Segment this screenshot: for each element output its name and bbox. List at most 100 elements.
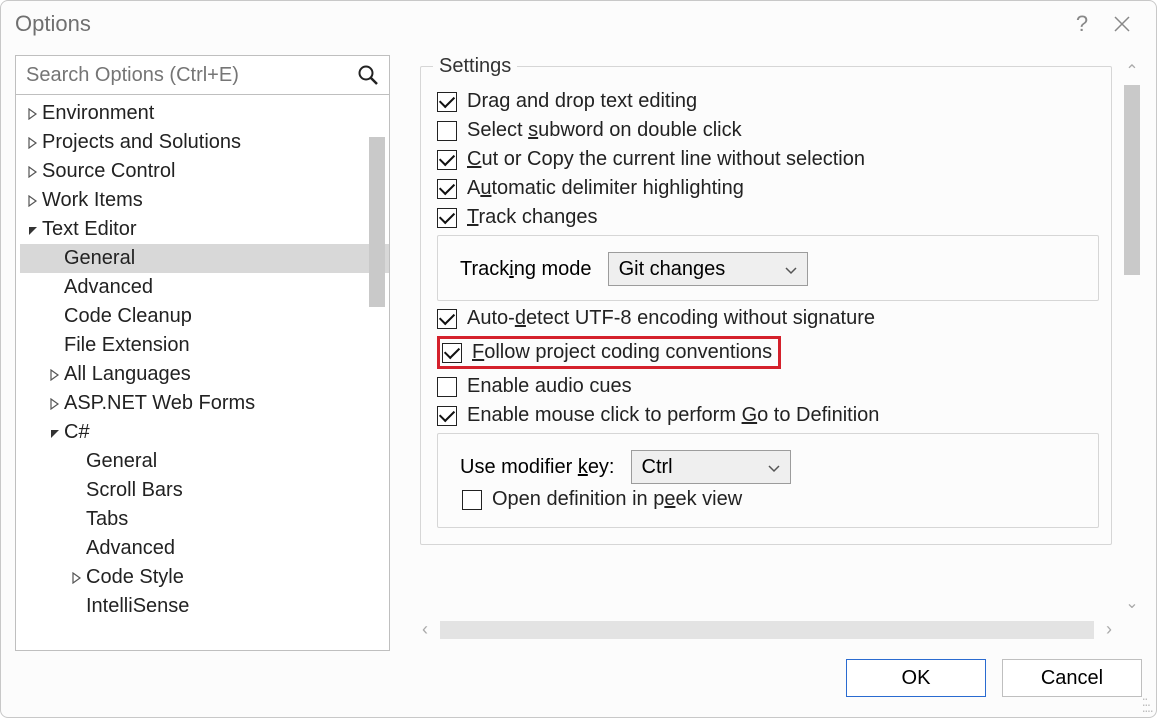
tree-item[interactable]: General [20, 447, 389, 476]
tree-collapsed-icon[interactable] [26, 108, 40, 120]
options-dialog: Options ? Environment Projects and Soluti… [0, 0, 1157, 718]
scroll-left-icon[interactable]: ‹ [414, 619, 436, 641]
tree-item[interactable]: All Languages [20, 360, 389, 389]
tree-item[interactable]: Source Control [20, 157, 389, 186]
opt-label: Enable mouse click to perform Go to Defi… [467, 404, 879, 427]
tree-item[interactable]: Environment [20, 99, 389, 128]
help-button[interactable]: ? [1062, 4, 1102, 44]
opt-label: Automatic delimiter highlighting [467, 177, 744, 200]
opt-label: Auto-detect UTF-8 encoding without signa… [467, 307, 875, 330]
tree-item-label: File Extension [64, 334, 190, 357]
tree-item-label: Text Editor [42, 218, 136, 241]
tree-item[interactable]: File Extension [20, 331, 389, 360]
tree-collapsed-icon[interactable] [48, 398, 62, 410]
tree-item-label: C# [64, 421, 90, 444]
tracking-mode-select[interactable]: Git changes [608, 252, 808, 286]
settings-scrollbar-vertical[interactable]: ⌃ ⌄ [1122, 61, 1142, 613]
tree-item-label: Advanced [64, 276, 153, 299]
modifier-key-label: Use modifier key: [460, 456, 615, 479]
tree-item[interactable]: Code Cleanup [20, 302, 389, 331]
tree-item[interactable]: Text Editor [20, 215, 389, 244]
category-tree[interactable]: Environment Projects and Solutions Source … [15, 95, 390, 651]
tree-item-label: All Languages [64, 363, 191, 386]
tree-item[interactable]: ASP.NET Web Forms [20, 389, 389, 418]
settings-scrollbar-horizontal[interactable]: ‹ › [410, 619, 1120, 641]
opt-label: Cut or Copy the current line without sel… [467, 148, 865, 171]
scroll-track[interactable] [440, 621, 1094, 639]
checkbox-icon[interactable] [437, 406, 457, 426]
scroll-up-icon[interactable]: ⌃ [1122, 61, 1142, 81]
settings-pane: Settings Drag and drop text editing Sele… [410, 55, 1142, 651]
close-button[interactable] [1102, 4, 1142, 44]
opt-select-subword[interactable]: Select subword on double click [437, 119, 1099, 142]
opt-label: Select subword on double click [467, 119, 742, 142]
checkbox-icon[interactable] [437, 150, 457, 170]
tree-collapsed-icon[interactable] [70, 572, 84, 584]
tree-item-label: General [86, 450, 157, 473]
tree-item[interactable]: Projects and Solutions [20, 128, 389, 157]
tree-item[interactable]: Scroll Bars [20, 476, 389, 505]
select-value: Ctrl [642, 456, 673, 479]
resize-grip-icon[interactable]: ········· [1141, 695, 1152, 713]
select-value: Git changes [619, 258, 726, 281]
tree-item[interactable]: IntelliSense [20, 592, 389, 621]
settings-group: Settings Drag and drop text editing Sele… [420, 55, 1112, 545]
tree-collapsed-icon[interactable] [26, 137, 40, 149]
opt-cut-copy-line[interactable]: Cut or Copy the current line without sel… [437, 148, 1099, 171]
checkbox-icon[interactable] [437, 309, 457, 329]
opt-label: Drag and drop text editing [467, 90, 697, 113]
tree-item-label: Work Items [42, 189, 143, 212]
tracking-mode-group: Tracking mode Git changes [437, 235, 1099, 301]
modifier-key-select[interactable]: Ctrl [631, 450, 791, 484]
ok-button[interactable]: OK [846, 659, 986, 697]
tree-item-label: Source Control [42, 160, 175, 183]
checkbox-icon[interactable] [437, 92, 457, 112]
tree-scrollbar[interactable] [369, 99, 387, 404]
checkbox-icon[interactable] [437, 377, 457, 397]
tree-item-label: Environment [42, 102, 154, 125]
titlebar: Options ? [1, 1, 1156, 47]
tree-item[interactable]: Advanced [20, 273, 389, 302]
tree-item[interactable]: General [20, 244, 389, 273]
left-pane: Environment Projects and Solutions Source … [15, 55, 390, 651]
tree-item[interactable]: Work Items [20, 186, 389, 215]
tree-expanded-icon[interactable] [26, 224, 40, 236]
chevron-down-icon [768, 456, 780, 479]
tree-expanded-icon[interactable] [48, 427, 62, 439]
cancel-button[interactable]: Cancel [1002, 659, 1142, 697]
opt-track-changes[interactable]: Track changes [437, 206, 1099, 229]
opt-follow-conventions[interactable]: Follow project coding conventions [437, 336, 1099, 369]
checkbox-icon[interactable] [437, 121, 457, 141]
opt-peek-view[interactable]: Open definition in peek view [462, 488, 1084, 511]
opt-auto-delimiter[interactable]: Automatic delimiter highlighting [437, 177, 1099, 200]
tree-item[interactable]: Tabs [20, 505, 389, 534]
tree-item-label: Code Style [86, 566, 184, 589]
tree-item[interactable]: Code Style [20, 563, 389, 592]
checkbox-icon[interactable] [462, 490, 482, 510]
checkbox-icon[interactable] [437, 208, 457, 228]
search-icon [357, 64, 379, 86]
tree-item[interactable]: Advanced [20, 534, 389, 563]
tree-collapsed-icon[interactable] [26, 195, 40, 207]
tree-item-label: Code Cleanup [64, 305, 192, 328]
tree-collapsed-icon[interactable] [48, 369, 62, 381]
scroll-down-icon[interactable]: ⌄ [1122, 593, 1142, 613]
checkbox-icon[interactable] [442, 343, 462, 363]
dialog-footer: OK Cancel [1, 651, 1156, 717]
opt-auto-detect-utf8[interactable]: Auto-detect UTF-8 encoding without signa… [437, 307, 1099, 330]
tree-item-label: Scroll Bars [86, 479, 183, 502]
opt-drag-drop[interactable]: Drag and drop text editing [437, 90, 1099, 113]
tree-item[interactable]: C# [20, 418, 389, 447]
tree-item-label: Projects and Solutions [42, 131, 241, 154]
checkbox-icon[interactable] [437, 179, 457, 199]
search-box[interactable] [15, 55, 390, 95]
goto-def-group: Use modifier key: Ctrl Open definition i… [437, 433, 1099, 528]
search-input[interactable] [24, 63, 357, 88]
scroll-thumb[interactable] [1124, 85, 1140, 275]
dialog-title: Options [15, 11, 91, 37]
opt-goto-definition[interactable]: Enable mouse click to perform Go to Defi… [437, 404, 1099, 427]
tree-scroll-thumb[interactable] [369, 137, 385, 307]
scroll-right-icon[interactable]: › [1098, 619, 1120, 641]
opt-audio-cues[interactable]: Enable audio cues [437, 375, 1099, 398]
tree-collapsed-icon[interactable] [26, 166, 40, 178]
